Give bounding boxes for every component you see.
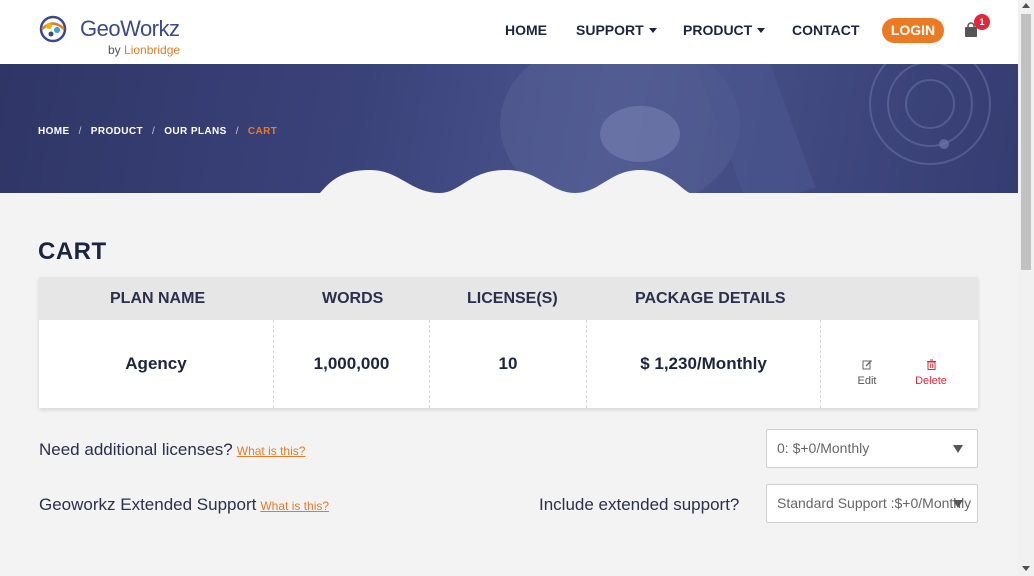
support-select-value: Standard Support :$+0/Monthly	[777, 495, 972, 511]
hero-banner: HOME / PRODUCT / OUR PLANS / CART	[0, 64, 1018, 193]
delete-label: Delete	[915, 375, 947, 387]
breadcrumb-product[interactable]: PRODUCT	[91, 126, 143, 137]
header-plan-name: PLAN NAME	[110, 290, 206, 307]
additional-licenses-row: Need additional licenses? What is this?	[39, 440, 305, 460]
logo-by: by	[108, 43, 121, 57]
nav-product[interactable]: PRODUCT	[683, 22, 766, 38]
edit-icon	[862, 360, 872, 370]
logo-brand: Lionbridge	[124, 43, 181, 57]
nav-product-label: PRODUCT	[683, 22, 753, 38]
include-support-question: Include extended support?	[539, 495, 740, 514]
licenses-select[interactable]: 0: $+0/Monthly	[766, 429, 978, 468]
cell-plan-name: Agency	[39, 320, 274, 408]
nav-home[interactable]: HOME	[505, 22, 547, 38]
page-title: CART	[38, 238, 107, 265]
scroll-down-arrow-icon[interactable]	[1022, 566, 1030, 571]
cell-licenses: 10	[430, 320, 587, 408]
site-header: GeoWorkz by Lionbridge HOME SUPPORT PROD…	[0, 0, 1018, 64]
licenses-help-link[interactable]: What is this?	[237, 444, 306, 458]
breadcrumb: HOME / PRODUCT / OUR PLANS / CART	[38, 126, 277, 137]
extended-support-row: Geoworkz Extended Support What is this?	[39, 495, 329, 515]
cell-package-details: $ 1,230/Monthly	[587, 320, 821, 408]
page-scrollbar[interactable]	[1018, 0, 1034, 576]
cart-count-badge: 1	[974, 14, 990, 30]
breadcrumb-separator: /	[152, 126, 156, 137]
trash-icon	[926, 359, 936, 370]
header-package-details: PACKAGE DETAILS	[635, 290, 786, 307]
delete-button[interactable]: Delete	[909, 359, 953, 387]
nav-contact[interactable]: CONTACT	[792, 22, 859, 38]
header-licenses: LICENSE(S)	[467, 290, 558, 307]
edit-label: Edit	[857, 375, 877, 387]
logo-text: GeoWorkz	[80, 16, 180, 41]
breadcrumb-our-plans[interactable]: OUR PLANS	[164, 126, 227, 137]
logo-byline: by Lionbridge	[108, 43, 180, 57]
edit-button[interactable]: Edit	[847, 359, 887, 387]
breadcrumb-current: CART	[247, 126, 278, 137]
scroll-up-arrow-icon[interactable]	[1022, 3, 1030, 8]
breadcrumb-separator: /	[235, 126, 239, 137]
additional-licenses-label: Need additional licenses?	[39, 440, 233, 459]
licenses-select-value: 0: $+0/Monthly	[777, 440, 870, 456]
support-select[interactable]: Standard Support :$+0/Monthly	[766, 484, 978, 523]
support-help-link[interactable]: What is this?	[260, 499, 329, 513]
caret-down-icon	[648, 28, 657, 33]
cart-table: PLAN NAME WORDS LICENSE(S) PACKAGE DETAI…	[39, 277, 978, 408]
breadcrumb-home[interactable]: HOME	[38, 126, 70, 137]
package-price: $ 1,230	[640, 354, 697, 373]
extended-support-label: Geoworkz Extended Support	[39, 495, 257, 514]
geoworkz-logo[interactable]: GeoWorkz by Lionbridge	[38, 12, 198, 58]
globe-logo-icon	[39, 15, 67, 43]
nav-support[interactable]: SUPPORT	[576, 22, 657, 38]
header-words: WORDS	[322, 290, 384, 307]
package-period: /Monthly	[696, 354, 767, 373]
table-header: PLAN NAME WORDS LICENSE(S) PACKAGE DETAI…	[39, 277, 978, 320]
nav-support-label: SUPPORT	[576, 22, 644, 38]
scrollbar-thumb[interactable]	[1021, 14, 1031, 270]
caret-down-icon	[757, 28, 766, 33]
cell-words: 1,000,000	[274, 320, 430, 408]
dropdown-arrow-icon	[953, 500, 963, 508]
breadcrumb-separator: /	[78, 126, 82, 137]
login-button[interactable]: LOGIN	[882, 18, 944, 43]
dropdown-arrow-icon	[953, 445, 963, 453]
